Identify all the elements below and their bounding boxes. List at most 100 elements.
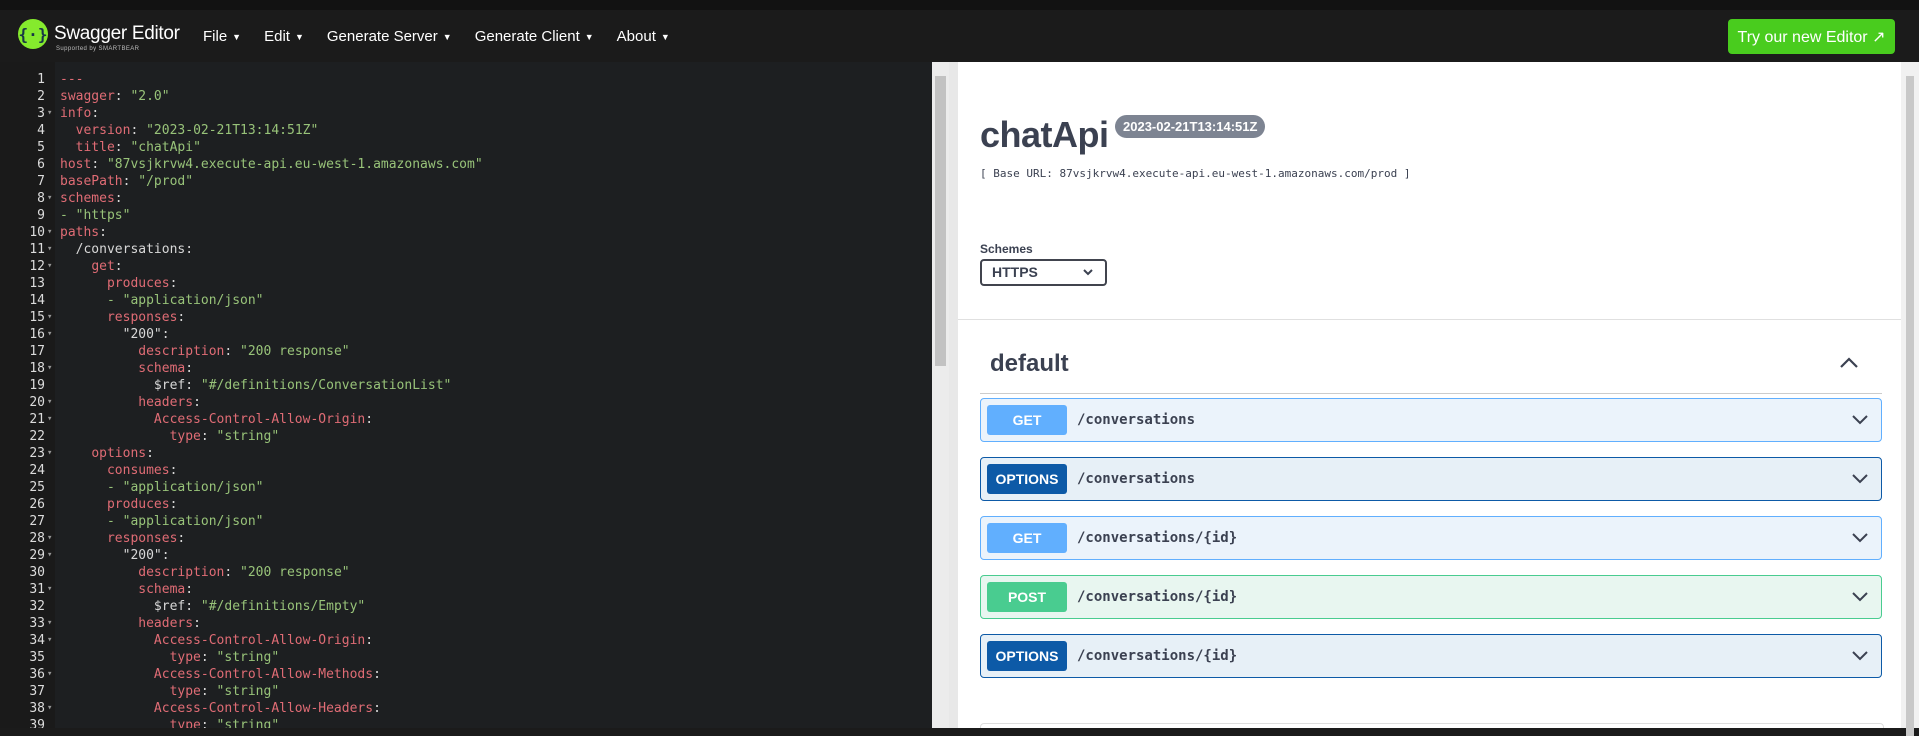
try-new-editor-button[interactable]: Try our new Editor ↗ [1728,19,1895,54]
fold-toggle-icon[interactable]: ▾ [47,224,52,241]
chevron-up-icon[interactable] [1838,352,1860,374]
fold-toggle-icon[interactable]: ▾ [47,190,52,207]
yaml-value: "string" [216,429,280,444]
menu-edit[interactable]: Edit ▼ [264,28,304,45]
code-text: type: "string" [60,717,280,728]
header-background [0,0,1919,10]
fold-toggle-icon[interactable]: ▾ [47,615,52,632]
code-text: "200": [60,326,170,343]
fold-toggle-icon[interactable]: ▾ [47,326,52,343]
menu-generate-client[interactable]: Generate Client ▼ [475,28,594,45]
chevron-down-icon[interactable] [1851,471,1869,487]
pane-divider[interactable] [949,62,958,728]
fold-toggle-icon[interactable]: ▾ [47,700,52,717]
line-number: 11 [29,242,45,257]
base-url: [ Base URL: 87vsjkrvw4.execute-api.eu-we… [980,167,1411,180]
yaml-key: Access-Control-Allow-Origin [153,412,366,427]
fold-toggle-icon[interactable]: ▾ [47,530,52,547]
fold-toggle-icon[interactable]: ▾ [47,632,52,649]
yaml-key: Access-Control-Allow-Methods [153,667,374,682]
preview-scrollbar-thumb[interactable] [1906,76,1914,736]
yaml-editor[interactable]: 1 --- 2 swagger: "2.0" 3 ▾ info: 4 version: "20… [0,62,932,728]
code-text: responses: [60,309,185,326]
code-text: type: "string" [60,683,280,700]
fold-toggle-icon[interactable]: ▾ [47,309,52,326]
fold-toggle-icon[interactable]: ▾ [47,360,52,377]
preview-scrollbar[interactable] [1901,62,1919,736]
yaml-key: $ref [153,378,186,393]
menu-label: Edit [264,28,290,45]
tag-title[interactable]: default [990,350,1069,378]
line-number: 32 [29,599,45,614]
chevron-down-icon[interactable] [1851,648,1869,664]
logo-subtitle: Supported by SMARTBEAR [56,46,140,52]
fold-toggle-icon[interactable]: ▾ [47,581,52,598]
operation-options[interactable]: OPTIONS/conversations [980,457,1882,501]
operation-options[interactable]: OPTIONS/conversations/{id} [980,634,1882,678]
method-badge: OPTIONS [987,464,1067,494]
yaml-key: description [138,344,225,359]
code-text: options: [60,445,154,462]
code-text: --- [60,71,83,88]
fold-toggle-icon[interactable]: ▾ [47,411,52,428]
menu-about[interactable]: About ▼ [617,28,670,45]
editor-scrollbar-thumb[interactable] [935,76,946,366]
fold-toggle-icon[interactable]: ▾ [47,547,52,564]
caret-down-icon: ▼ [584,32,594,43]
yaml-key: paths [60,225,100,240]
operation-path: /conversations [1077,471,1196,487]
yaml-value: --- [60,72,84,87]
menu-label: File [203,28,228,45]
yaml-key: produces [106,276,170,291]
line-number: 39 [29,718,45,728]
fold-toggle-icon[interactable]: ▾ [47,241,52,258]
line-number: 6 [37,157,45,172]
editor-scrollbar[interactable] [932,62,949,728]
line-number: 38 [29,701,45,716]
swagger-logo[interactable]: {·} Swagger Editor Supported by SMARTBEA… [18,16,180,52]
method-badge: GET [987,523,1067,553]
fold-toggle-icon[interactable]: ▾ [47,445,52,462]
line-number: 7 [37,174,45,189]
menu-file[interactable]: File ▼ [203,28,241,45]
code-text: title: "chatApi" [60,139,201,156]
yaml-value: - "application/json" [106,514,264,529]
line-number: 8 [37,191,45,206]
operation-post[interactable]: POST/conversations/{id} [980,575,1882,619]
fold-toggle-icon[interactable]: ▾ [47,666,52,683]
code-text: swagger: "2.0" [60,89,170,104]
yaml-key: title [75,140,115,155]
menu-label: Generate Server [326,28,438,45]
code-text: type: "string" [60,649,280,666]
chevron-down-icon[interactable] [1851,412,1869,428]
yaml-value: - "application/json" [106,293,264,308]
code-text: description: "200 response" [60,564,349,581]
fold-toggle-icon[interactable]: ▾ [47,105,52,122]
operation-get[interactable]: GET/conversations/{id} [980,516,1882,560]
operation-get[interactable]: GET/conversations [980,398,1882,442]
yaml-key: schemes [60,191,115,206]
line-number: 31 [29,582,45,597]
yaml-key: consumes [106,463,170,478]
code-text: - "application/json" [60,479,264,496]
fold-toggle-icon[interactable]: ▾ [47,394,52,411]
chevron-down-icon[interactable] [1851,530,1869,546]
menu-generate-server[interactable]: Generate Server ▼ [327,28,452,45]
top-bar: {·} Swagger Editor Supported by SMARTBEA… [0,0,1919,62]
code-text: headers: [60,615,201,632]
code-text: basePath: "/prod" [60,174,194,189]
chevron-down-icon[interactable] [1851,589,1869,605]
scheme-select[interactable]: HTTPS [980,259,1107,286]
yaml-value: "2023-02-21T13:14:51Z" [146,123,319,138]
fold-toggle-icon[interactable]: ▾ [47,258,52,275]
